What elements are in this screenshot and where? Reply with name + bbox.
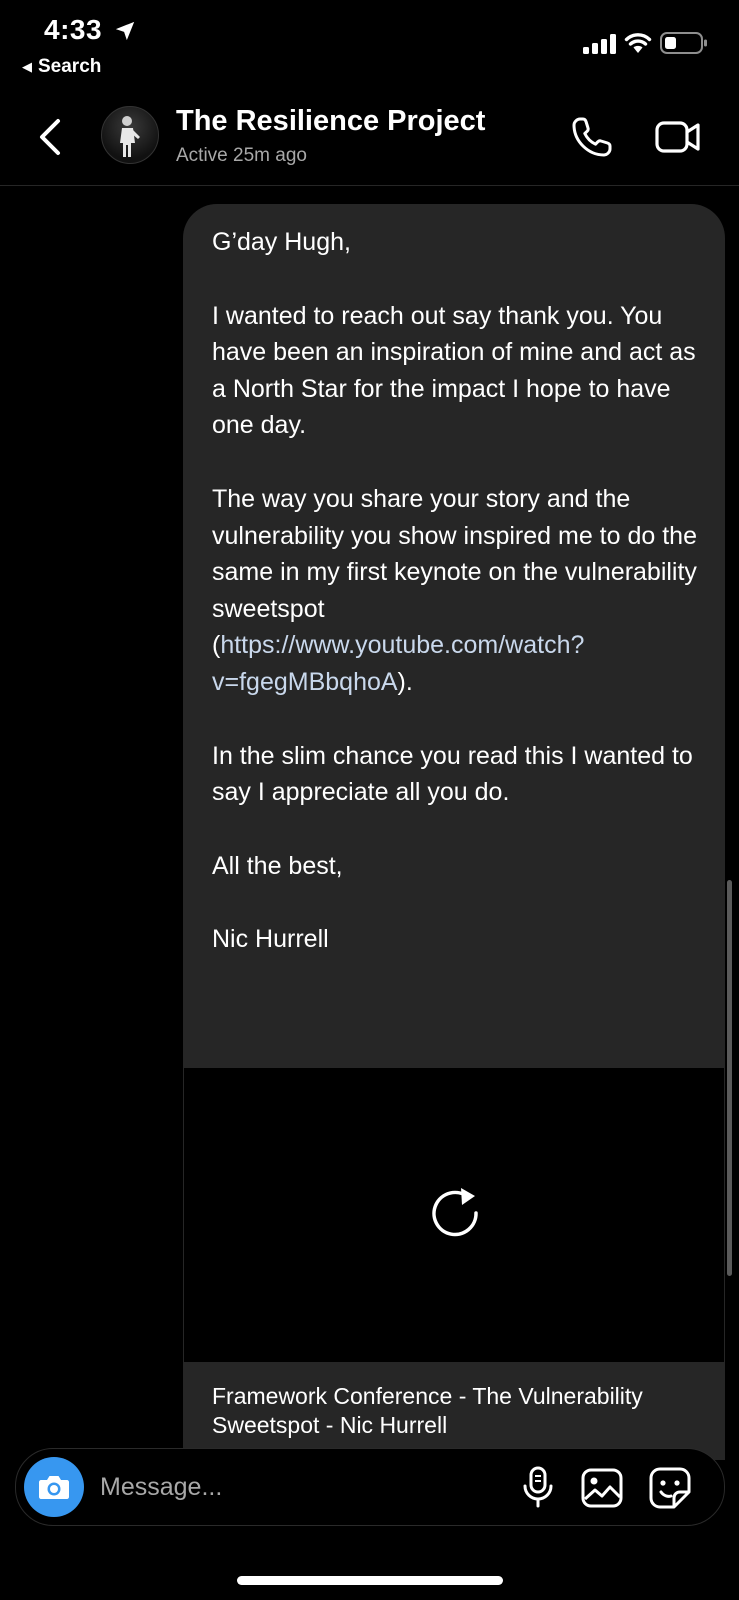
signal-icon [583, 34, 616, 54]
back-to-search[interactable]: ◀ Search [22, 56, 101, 78]
video-camera-icon[interactable] [654, 117, 702, 157]
message-text: G’day Hugh, I wanted to reach out say th… [212, 224, 702, 958]
wifi-icon [624, 33, 652, 53]
location-arrow-icon [115, 21, 135, 41]
chat-header: The Resilience Project Active 25m ago [0, 95, 739, 186]
message-composer [15, 1448, 725, 1526]
person-silhouette-icon [120, 116, 140, 157]
camera-button[interactable] [24, 1457, 84, 1517]
message-paragraph: In the slim chance you read this I wante… [212, 741, 693, 807]
back-triangle-icon: ◀ [22, 59, 32, 74]
replay-icon[interactable] [424, 1180, 486, 1242]
message-paragraph: I wanted to reach out say thank you. You… [212, 301, 696, 440]
video-preview[interactable] [184, 1068, 724, 1362]
status-time: 4:33 [44, 14, 103, 45]
avatar[interactable] [101, 106, 159, 164]
message-signature: Nic Hurrell [212, 925, 329, 954]
contact-name[interactable]: The Resilience Project [176, 105, 485, 138]
message-greeting: G’day Hugh, [212, 228, 351, 256]
phone-icon[interactable] [570, 115, 614, 159]
battery-icon [660, 32, 707, 54]
active-status: Active 25m ago [176, 145, 307, 166]
camera-icon [39, 1476, 69, 1499]
video-caption[interactable]: Framework Conference - The Vulnerability… [212, 1382, 702, 1440]
gallery-icon[interactable] [580, 1466, 624, 1510]
status-bar: 4:33 ◀ Search [0, 0, 739, 90]
scrollbar[interactable] [727, 880, 732, 1276]
message-paragraph-with-link: The way you share your story and the vul… [212, 481, 702, 701]
message-bubble[interactable]: G’day Hugh, I wanted to reach out say th… [183, 204, 725, 1460]
message-signoff: All the best, [212, 851, 343, 880]
message-text-run: ). [397, 667, 413, 696]
back-to-search-label: Search [38, 56, 102, 77]
message-input[interactable] [100, 1465, 490, 1509]
back-chevron-icon[interactable] [36, 115, 64, 159]
home-indicator[interactable] [237, 1576, 503, 1585]
microphone-icon[interactable] [516, 1465, 560, 1509]
sticker-icon[interactable] [648, 1466, 692, 1510]
